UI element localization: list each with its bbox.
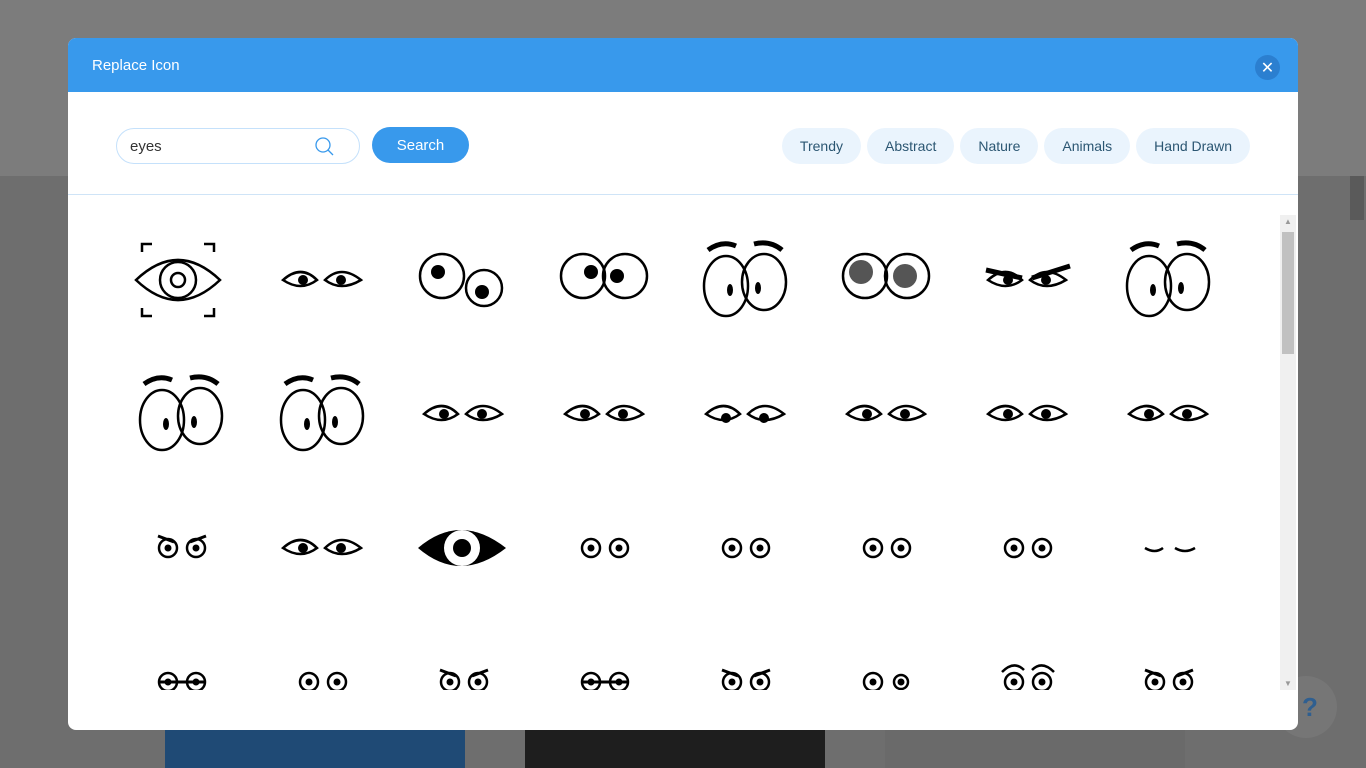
icon-option[interactable] bbox=[816, 617, 957, 690]
icon-option[interactable] bbox=[534, 617, 675, 690]
page-scrollbar[interactable] bbox=[1350, 176, 1364, 220]
icon-option[interactable] bbox=[675, 349, 816, 483]
icon-option[interactable] bbox=[111, 349, 252, 483]
search-input[interactable]: eyes bbox=[116, 128, 360, 164]
googly-eyes-uneven-icon bbox=[418, 252, 503, 308]
round-eyes-icon bbox=[559, 252, 648, 300]
dialog-title: Replace Icon bbox=[92, 56, 180, 74]
background-block bbox=[165, 730, 465, 768]
icon-option[interactable] bbox=[252, 215, 393, 349]
icon-option[interactable] bbox=[675, 617, 816, 690]
ring-eyes-icon bbox=[580, 537, 629, 559]
icon-option[interactable] bbox=[675, 215, 816, 349]
surprised-eyes-icon bbox=[279, 374, 364, 452]
icon-option[interactable] bbox=[1098, 483, 1239, 617]
icon-grid bbox=[111, 215, 1239, 690]
ring-eyes-up-icon bbox=[721, 537, 770, 559]
tall-eyes-brows-icon bbox=[702, 240, 787, 318]
icon-option[interactable] bbox=[111, 215, 252, 349]
cartoon-eyes-brows-2-icon bbox=[138, 374, 223, 452]
icon-option[interactable] bbox=[393, 483, 534, 617]
almond-eyes-icon bbox=[421, 404, 504, 422]
ring-eyes-side-icon bbox=[862, 537, 911, 559]
cartoon-eyes-brows-icon bbox=[1125, 240, 1210, 318]
icon-option[interactable] bbox=[957, 349, 1098, 483]
background-block bbox=[885, 730, 1185, 768]
angry-small-eyes-icon bbox=[438, 668, 489, 690]
almond-eyes-icon bbox=[844, 404, 927, 422]
icon-option[interactable] bbox=[534, 215, 675, 349]
uneven-dot-eyes-icon bbox=[862, 671, 909, 690]
angry-small-eyes-icon bbox=[1143, 668, 1194, 690]
search-icon[interactable] bbox=[315, 137, 335, 157]
search-value: eyes bbox=[130, 137, 162, 155]
almond-eyes-icon bbox=[1126, 404, 1209, 422]
angry-eyes-icon bbox=[984, 263, 1071, 288]
sleepy-eyes-icon bbox=[157, 671, 206, 690]
grid-scrollbar[interactable]: ▲ ▼ bbox=[1280, 215, 1296, 690]
icon-option[interactable] bbox=[393, 349, 534, 483]
tag-abstract[interactable]: Abstract bbox=[866, 128, 955, 164]
ring-eyes-lids-icon bbox=[1003, 537, 1052, 559]
icon-option[interactable] bbox=[534, 483, 675, 617]
icon-option[interactable] bbox=[816, 483, 957, 617]
tag-animals[interactable]: Animals bbox=[1044, 128, 1131, 164]
close-icon: ✕ bbox=[1260, 59, 1275, 77]
icon-option[interactable] bbox=[111, 617, 252, 690]
close-button[interactable]: ✕ bbox=[1255, 55, 1280, 80]
cat-eyes-icon bbox=[280, 270, 363, 288]
tag-trendy[interactable]: Trendy bbox=[781, 128, 861, 164]
arched-brow-eyes-icon bbox=[1000, 664, 1055, 690]
search-row: eyes Search Trendy Abstract Nature Anima… bbox=[116, 127, 1250, 164]
banded-eyes-icon bbox=[580, 671, 629, 690]
dialog-header: Replace Icon ✕ bbox=[68, 38, 1298, 92]
icon-option[interactable] bbox=[393, 617, 534, 690]
search-button[interactable]: Search bbox=[372, 127, 469, 163]
icon-option[interactable] bbox=[675, 483, 816, 617]
scroll-up-icon[interactable]: ▲ bbox=[1284, 217, 1292, 226]
icon-option[interactable] bbox=[1098, 617, 1239, 690]
closed-eyes-icon bbox=[1143, 546, 1196, 553]
icon-option[interactable] bbox=[534, 349, 675, 483]
realistic-iris-eyes-icon bbox=[841, 252, 930, 300]
icon-option[interactable] bbox=[957, 483, 1098, 617]
almond-eyes-icon bbox=[562, 404, 645, 422]
replace-icon-dialog: Replace Icon ✕ eyes Search Trendy Abstra… bbox=[68, 38, 1298, 730]
divider bbox=[68, 194, 1298, 195]
almond-eyes-down-icon bbox=[703, 404, 786, 423]
scroll-down-icon[interactable]: ▼ bbox=[1284, 679, 1292, 688]
icon-option[interactable] bbox=[393, 215, 534, 349]
tag-hand-drawn[interactable]: Hand Drawn bbox=[1136, 128, 1250, 164]
icon-option[interactable] bbox=[957, 617, 1098, 690]
sad-brow-eyes-icon bbox=[720, 668, 771, 690]
icon-option[interactable] bbox=[816, 349, 957, 483]
scroll-thumb[interactable] bbox=[1282, 232, 1294, 354]
almond-eyes-icon bbox=[985, 404, 1068, 422]
category-tags: Trendy Abstract Nature Animals Hand Draw… bbox=[781, 128, 1250, 164]
grumpy-eyes-icon bbox=[156, 534, 207, 559]
eye-scan-icon bbox=[133, 242, 222, 318]
icon-option[interactable] bbox=[1098, 215, 1239, 349]
dot-eyes-icon bbox=[298, 671, 347, 690]
help-label: ? bbox=[1302, 691, 1318, 722]
icon-option[interactable] bbox=[252, 349, 393, 483]
icon-option[interactable] bbox=[111, 483, 252, 617]
lash-eyes-icon bbox=[280, 538, 363, 556]
icon-option[interactable] bbox=[1098, 349, 1239, 483]
icon-option[interactable] bbox=[252, 617, 393, 690]
icon-option[interactable] bbox=[957, 215, 1098, 349]
icon-option[interactable] bbox=[816, 215, 957, 349]
big-eye-icon bbox=[417, 530, 506, 566]
icon-option[interactable] bbox=[252, 483, 393, 617]
background-block bbox=[525, 730, 825, 768]
tag-nature[interactable]: Nature bbox=[960, 128, 1039, 164]
